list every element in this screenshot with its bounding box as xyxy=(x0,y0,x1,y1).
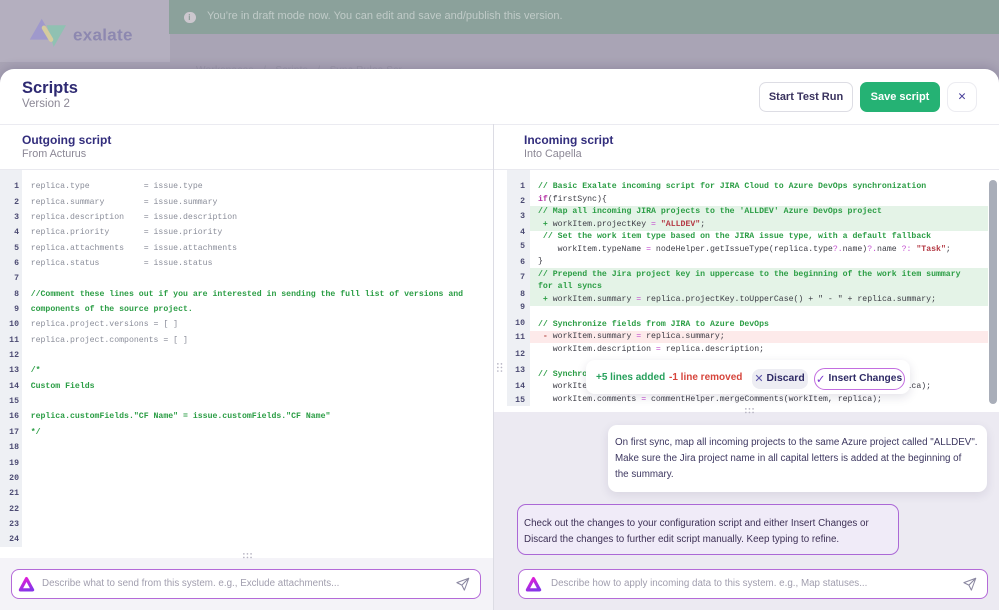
svg-text:exalate: exalate xyxy=(73,25,133,44)
